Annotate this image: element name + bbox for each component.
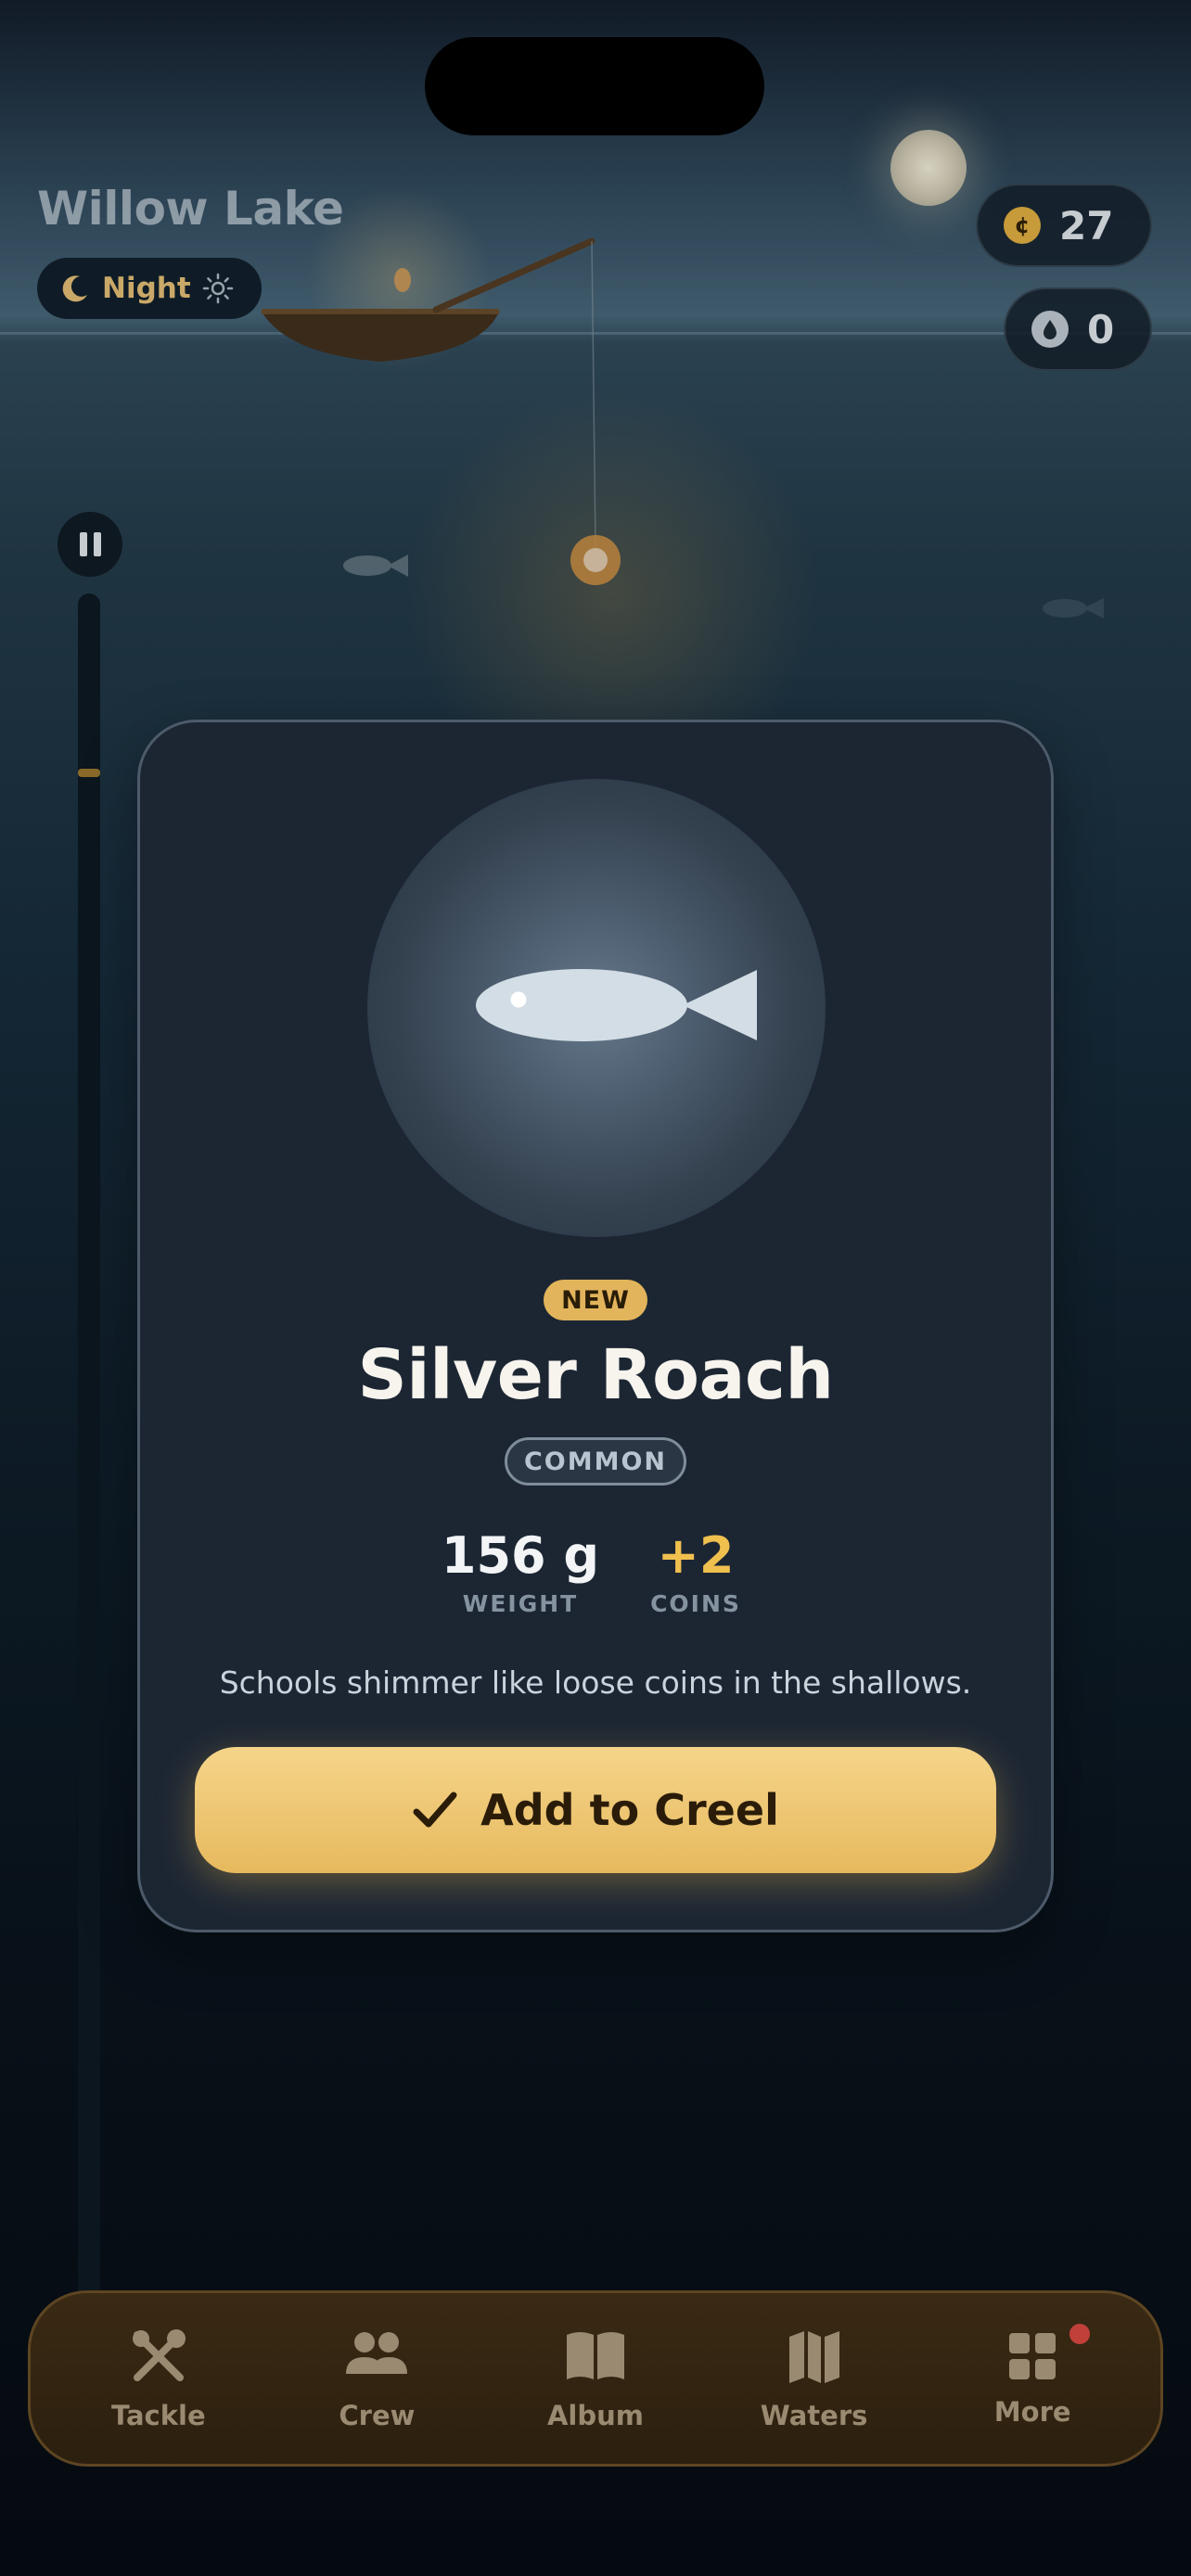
pause-button[interactable]	[58, 512, 122, 577]
moon-icon	[62, 275, 87, 302]
tab-more-label: More	[993, 2396, 1071, 2428]
sun-icon	[202, 273, 233, 304]
lure-icon	[570, 535, 621, 585]
weight-value: 156 g	[441, 1526, 600, 1585]
tab-crew-label: Crew	[339, 2400, 416, 2431]
tab-more[interactable]: More	[940, 2324, 1125, 2428]
location-title: Willow Lake	[37, 182, 344, 236]
fish-description: Schools shimmer like loose coins in the …	[219, 1664, 972, 1701]
rarity-badge: COMMON	[505, 1437, 686, 1486]
lantern-icon	[394, 268, 411, 292]
fish-silhouette	[1043, 598, 1104, 618]
grid-icon	[1009, 2333, 1057, 2379]
coin-counter[interactable]: ¢ 27	[976, 184, 1152, 267]
tab-tackle-label: Tackle	[110, 2400, 206, 2431]
boat-hull	[262, 312, 499, 362]
tab-tackle[interactable]: Tackle	[66, 2326, 251, 2431]
tab-waters-label: Waters	[760, 2400, 868, 2431]
add-to-creel-label: Add to Creel	[480, 1785, 779, 1835]
tab-bar: Tackle Crew Album Waters More	[28, 2290, 1163, 2467]
fishing-line	[591, 240, 596, 548]
pause-icon	[79, 532, 87, 556]
fishing-rod	[432, 237, 596, 313]
moon-icon	[890, 130, 967, 206]
drop-icon	[1031, 311, 1069, 348]
notification-dot	[1069, 2324, 1091, 2344]
fish-silhouette	[343, 555, 408, 577]
fish-icon	[476, 969, 757, 1041]
coin-count: 27	[1059, 202, 1114, 249]
boat-scene	[262, 237, 596, 548]
checkmark-icon	[413, 1792, 457, 1828]
weight-label: WEIGHT	[462, 1590, 579, 1617]
tab-album[interactable]: Album	[503, 2326, 688, 2431]
tackle-icon	[132, 2329, 186, 2381]
time-of-day-toggle[interactable]: Night	[37, 258, 262, 319]
tab-waters[interactable]: Waters	[722, 2326, 907, 2431]
time-of-day-label: Night	[102, 272, 191, 305]
weight-stat: 156 g WEIGHT	[422, 1526, 619, 1617]
coins-reward-value: +2	[657, 1526, 735, 1585]
drop-counter[interactable]: 0	[1004, 287, 1152, 371]
waters-icon	[788, 2331, 839, 2383]
fish-name: Silver Roach	[357, 1335, 834, 1415]
add-to-creel-button[interactable]: Add to Creel	[195, 1747, 996, 1873]
depth-marker	[78, 769, 100, 777]
crew-icon	[346, 2332, 408, 2374]
drop-count: 0	[1087, 306, 1115, 352]
depth-track	[78, 593, 100, 2337]
new-badge: NEW	[544, 1280, 647, 1320]
tab-crew[interactable]: Crew	[284, 2326, 469, 2431]
coin-icon: ¢	[1004, 207, 1041, 244]
album-icon	[566, 2332, 624, 2379]
dynamic-island	[425, 37, 764, 135]
tab-album-label: Album	[546, 2400, 644, 2431]
coins-reward-label: COINS	[650, 1590, 741, 1617]
coins-stat: +2 COINS	[623, 1526, 768, 1617]
